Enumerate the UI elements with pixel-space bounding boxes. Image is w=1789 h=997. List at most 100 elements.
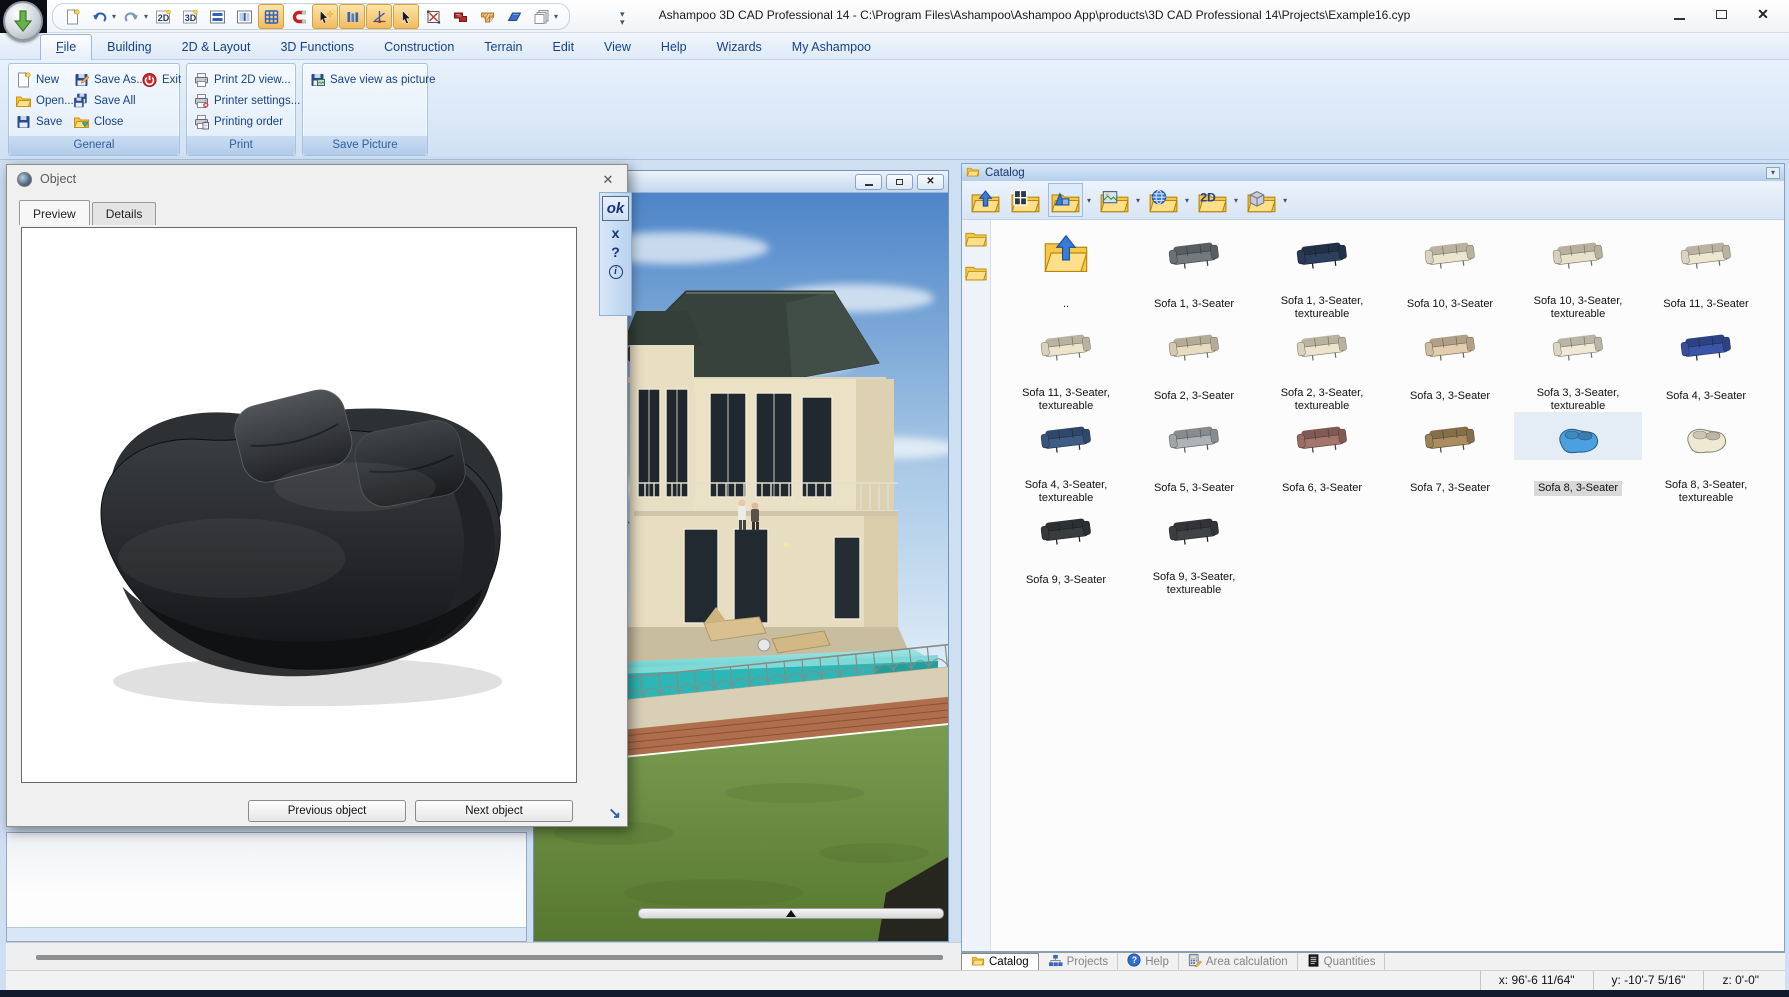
tile-vertical-icon[interactable] [231, 4, 257, 29]
redo-icon[interactable] [118, 4, 144, 29]
catalog-item-sofa-9-3-seater-textureable[interactable]: Sofa 9, 3-Seater, textureable [1130, 504, 1258, 596]
tab-building[interactable]: Building [92, 35, 166, 60]
dialog-tab-preview[interactable]: Preview [19, 200, 90, 225]
internet-catalog-icon[interactable] [1146, 183, 1181, 217]
catalog-item-sofa-10-3-seater-textureable[interactable]: Sofa 10, 3-Seater, textureable [1514, 228, 1642, 320]
objects-catalog-dropdown-icon[interactable]: ▾ [1087, 196, 1091, 205]
catalog-item-[interactable]: .. [1002, 228, 1130, 320]
2d-view-icon[interactable]: 2D [150, 4, 176, 29]
tab-terrain[interactable]: Terrain [469, 35, 537, 60]
tile-horizontal-icon[interactable] [204, 4, 230, 29]
close-window-icon[interactable]: ✕ [1745, 2, 1781, 26]
catalog-item-sofa-9-3-seater[interactable]: Sofa 9, 3-Seater [1002, 504, 1130, 596]
wall-pattern-icon[interactable] [474, 4, 500, 29]
new-document-icon[interactable] [59, 4, 85, 29]
catalog-item-sofa-2-3-seater-textureable[interactable]: Sofa 2, 3-Seater, textureable [1258, 320, 1386, 412]
3d-close-button[interactable]: ✕ [917, 174, 944, 190]
rooms-catalog-dropdown-icon[interactable]: ▾ [1283, 196, 1287, 205]
3d-view-icon[interactable]: 3D [177, 4, 203, 29]
tab-wizards[interactable]: Wizards [702, 35, 777, 60]
tab-2d-layout[interactable]: 2D & Layout [167, 35, 266, 60]
tab-my-ashampoo[interactable]: My Ashampoo [777, 35, 886, 60]
roof-icon[interactable] [501, 4, 527, 29]
catalog-item-sofa-11-3-seater-textureable[interactable]: Sofa 11, 3-Seater, textureable [1002, 320, 1130, 412]
catalog-item-sofa-1-3-seater-textureable[interactable]: Sofa 1, 3-Seater, textureable [1258, 228, 1386, 320]
magnet-snap-icon[interactable] [285, 4, 311, 29]
catalog-options-icon[interactable]: ▾ [1766, 167, 1780, 179]
tab-edit[interactable]: Edit [538, 35, 590, 60]
panel-tab-catalog[interactable]: Catalog [961, 953, 1039, 970]
tab-view[interactable]: View [589, 35, 646, 60]
info-icon[interactable]: i [609, 265, 623, 279]
catalog-item-sofa-10-3-seater[interactable]: Sofa 10, 3-Seater [1386, 228, 1514, 320]
windows-catalog-icon[interactable] [1008, 183, 1043, 217]
new-button[interactable]: New [13, 69, 78, 90]
printing-order-button[interactable]: Printing order [191, 111, 304, 132]
folder-up-icon[interactable] [968, 183, 1003, 217]
toolbar-overflow-icon[interactable]: ▾▾ [620, 10, 625, 26]
print-2d-view-button[interactable]: Print 2D view... [191, 69, 304, 90]
textures-catalog-dropdown-icon[interactable]: ▾ [1136, 196, 1140, 205]
printer-settings-button[interactable]: Printer settings... [191, 90, 304, 111]
close-button[interactable]: Close [71, 111, 150, 132]
copy-layers-dropdown-icon[interactable]: ▾ [554, 12, 558, 21]
catalog-item-sofa-8-3-seater-textureable[interactable]: Sofa 8, 3-Seater, textureable [1642, 412, 1770, 504]
objects-catalog-icon[interactable] [1048, 183, 1083, 217]
horizontal-scrollbar[interactable] [36, 955, 943, 960]
internet-catalog-dropdown-icon[interactable]: ▾ [1185, 196, 1189, 205]
catalog-shortcut-folder-1-icon[interactable] [965, 228, 987, 252]
maximize-window-icon[interactable] [1703, 2, 1739, 26]
object-dialog-close-icon[interactable]: ✕ [599, 172, 617, 188]
2d-catalog-dropdown-icon[interactable]: ▾ [1234, 196, 1238, 205]
minimize-window-icon[interactable] [1661, 2, 1697, 26]
save-view-as-picture-button[interactable]: Save view as picture [307, 69, 439, 90]
catalog-item-sofa-1-3-seater[interactable]: Sofa 1, 3-Seater [1130, 228, 1258, 320]
redo-dropdown-icon[interactable]: ▾ [144, 12, 148, 21]
guides-icon[interactable] [339, 4, 365, 29]
help-question-button[interactable]: ? [611, 245, 620, 259]
view-rotation-slider[interactable] [638, 908, 944, 919]
panel-tab-quantities[interactable]: Quantities [1298, 953, 1386, 970]
2d-catalog-icon[interactable]: 2D [1195, 183, 1230, 217]
select-arrow-icon[interactable] [393, 4, 419, 29]
catalog-item-sofa-5-3-seater[interactable]: Sofa 5, 3-Seater [1130, 412, 1258, 504]
next-object-button[interactable]: Next object [415, 800, 573, 822]
panel-tab-projects[interactable]: Projects [1039, 953, 1119, 970]
catalog-item-sofa-2-3-seater[interactable]: Sofa 2, 3-Seater [1130, 320, 1258, 412]
dialog-tab-details[interactable]: Details [92, 202, 157, 225]
textures-catalog-icon[interactable] [1097, 183, 1132, 217]
previous-object-button[interactable]: Previous object [248, 800, 406, 822]
catalog-item-sofa-11-3-seater[interactable]: Sofa 11, 3-Seater [1642, 228, 1770, 320]
tab-file[interactable]: File [40, 34, 92, 60]
undo-icon[interactable] [86, 4, 112, 29]
snap-axis-icon[interactable] [366, 4, 392, 29]
panel-tab-help[interactable]: ?Help [1118, 953, 1179, 970]
3d-minimize-button[interactable] [855, 174, 882, 190]
3d-restore-button[interactable] [886, 174, 913, 190]
catalog-item-sofa-3-3-seater-textureable[interactable]: Sofa 3, 3-Seater, textureable [1514, 320, 1642, 412]
catalog-shortcut-folder-2-icon[interactable] [965, 262, 987, 286]
catalog-item-sofa-4-3-seater[interactable]: Sofa 4, 3-Seater [1642, 320, 1770, 412]
catalog-item-sofa-6-3-seater[interactable]: Sofa 6, 3-Seater [1258, 412, 1386, 504]
copy-layers-icon[interactable] [528, 4, 554, 29]
save-all-button[interactable]: Save All [71, 90, 150, 111]
ok-button[interactable]: ok [602, 196, 629, 221]
save-button[interactable]: Save [13, 111, 78, 132]
object-dialog-titlebar[interactable]: Object [7, 165, 627, 193]
tab-help[interactable]: Help [646, 35, 702, 60]
rooms-catalog-icon[interactable] [1244, 183, 1279, 217]
tab-construction[interactable]: Construction [369, 35, 469, 60]
tab-3d-functions[interactable]: 3D Functions [265, 35, 369, 60]
undo-dropdown-icon[interactable]: ▾ [112, 12, 116, 21]
catalog-item-sofa-4-3-seater-textureable[interactable]: Sofa 4, 3-Seater, textureable [1002, 412, 1130, 504]
wall-corner-icon[interactable] [447, 4, 473, 29]
transform-icon[interactable] [420, 4, 446, 29]
catalog-item-sofa-3-3-seater[interactable]: Sofa 3, 3-Seater [1386, 320, 1514, 412]
exit-button[interactable]: Exit [139, 69, 185, 90]
grid-icon[interactable] [258, 4, 284, 29]
dialog-resize-grip-icon[interactable]: ↘ [608, 804, 621, 822]
cancel-x-button[interactable]: x [612, 226, 620, 240]
save-as-button[interactable]: Save As... [71, 69, 150, 90]
open-button[interactable]: Open... [13, 90, 78, 111]
catalog-item-sofa-8-3-seater[interactable]: Sofa 8, 3-Seater [1514, 412, 1642, 504]
